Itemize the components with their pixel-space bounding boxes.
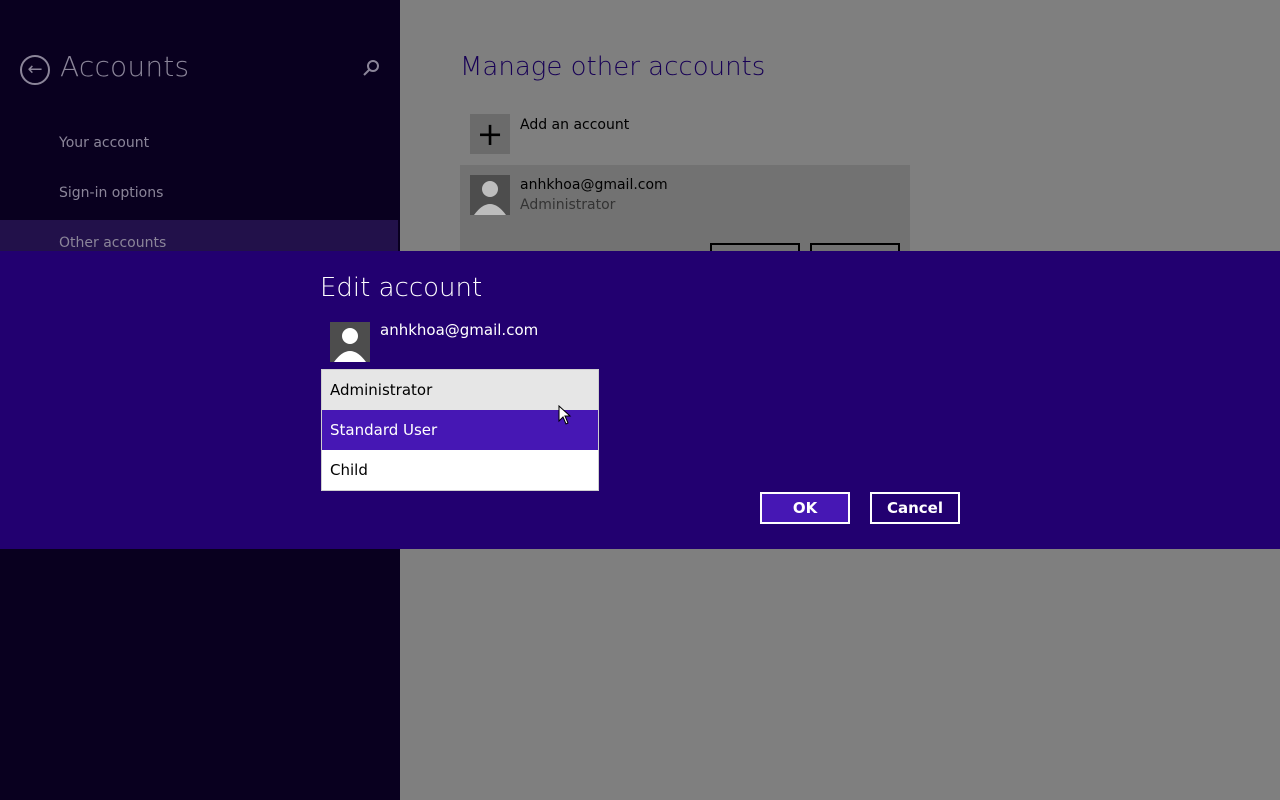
plus-icon[interactable]: +: [470, 114, 510, 154]
account-list-item[interactable]: anhkhoa@gmail.com Administrator: [460, 165, 910, 263]
account-type-dropdown[interactable]: Administrator Standard User Child: [321, 369, 599, 491]
option-administrator[interactable]: Administrator: [322, 370, 598, 410]
back-arrow-icon[interactable]: ←: [20, 55, 50, 85]
account-email: anhkhoa@gmail.com: [520, 177, 668, 193]
edit-account-dialog: Edit account anhkhoa@gmail.com Administr…: [0, 251, 1280, 549]
nav-item-label: Sign-in options: [59, 185, 164, 201]
user-avatar-icon: [470, 175, 510, 215]
account-role: Administrator: [520, 197, 616, 213]
dialog-account-email: anhkhoa@gmail.com: [380, 321, 539, 339]
search-icon[interactable]: [358, 56, 384, 82]
user-avatar-icon: [330, 322, 370, 362]
option-child[interactable]: Child: [322, 450, 598, 490]
dialog-title: Edit account: [320, 273, 483, 303]
ok-button[interactable]: OK: [760, 492, 850, 524]
nav-item-your-account[interactable]: Your account: [0, 120, 398, 168]
option-standard-user[interactable]: Standard User: [322, 410, 598, 450]
pane-title: Accounts: [60, 50, 190, 83]
nav-item-label: Other accounts: [59, 235, 167, 251]
page-title: Manage other accounts: [460, 52, 766, 82]
nav-item-label: Your account: [59, 135, 150, 151]
add-account-button[interactable]: Add an account: [520, 117, 629, 133]
cancel-button[interactable]: Cancel: [870, 492, 960, 524]
nav-item-sign-in-options[interactable]: Sign-in options: [0, 170, 398, 218]
mouse-pointer-icon: [558, 405, 572, 425]
